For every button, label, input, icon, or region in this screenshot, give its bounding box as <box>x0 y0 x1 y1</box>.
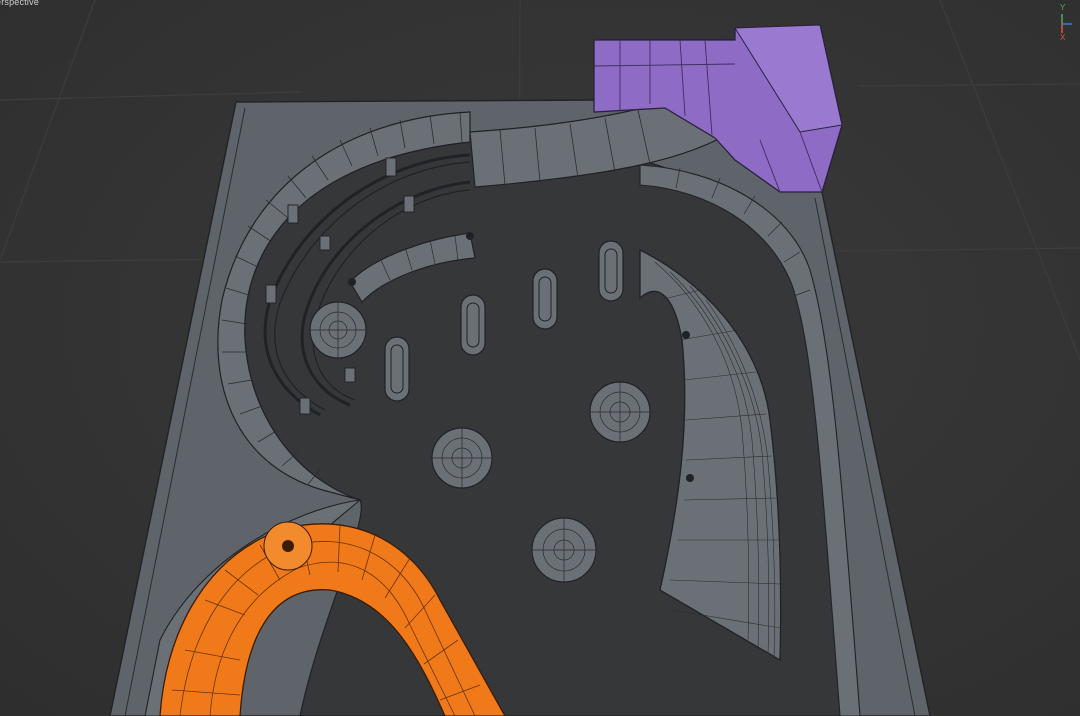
axis-x-label: X <box>1060 33 1066 42</box>
view-mode-label[interactable]: erspective <box>0 0 39 7</box>
axis-gizmo: Y X <box>1058 3 1074 42</box>
axis-y-label: Y <box>1060 3 1066 12</box>
scene-canvas[interactable] <box>0 0 1080 716</box>
3d-viewport[interactable]: erspective Y X <box>0 0 1080 716</box>
